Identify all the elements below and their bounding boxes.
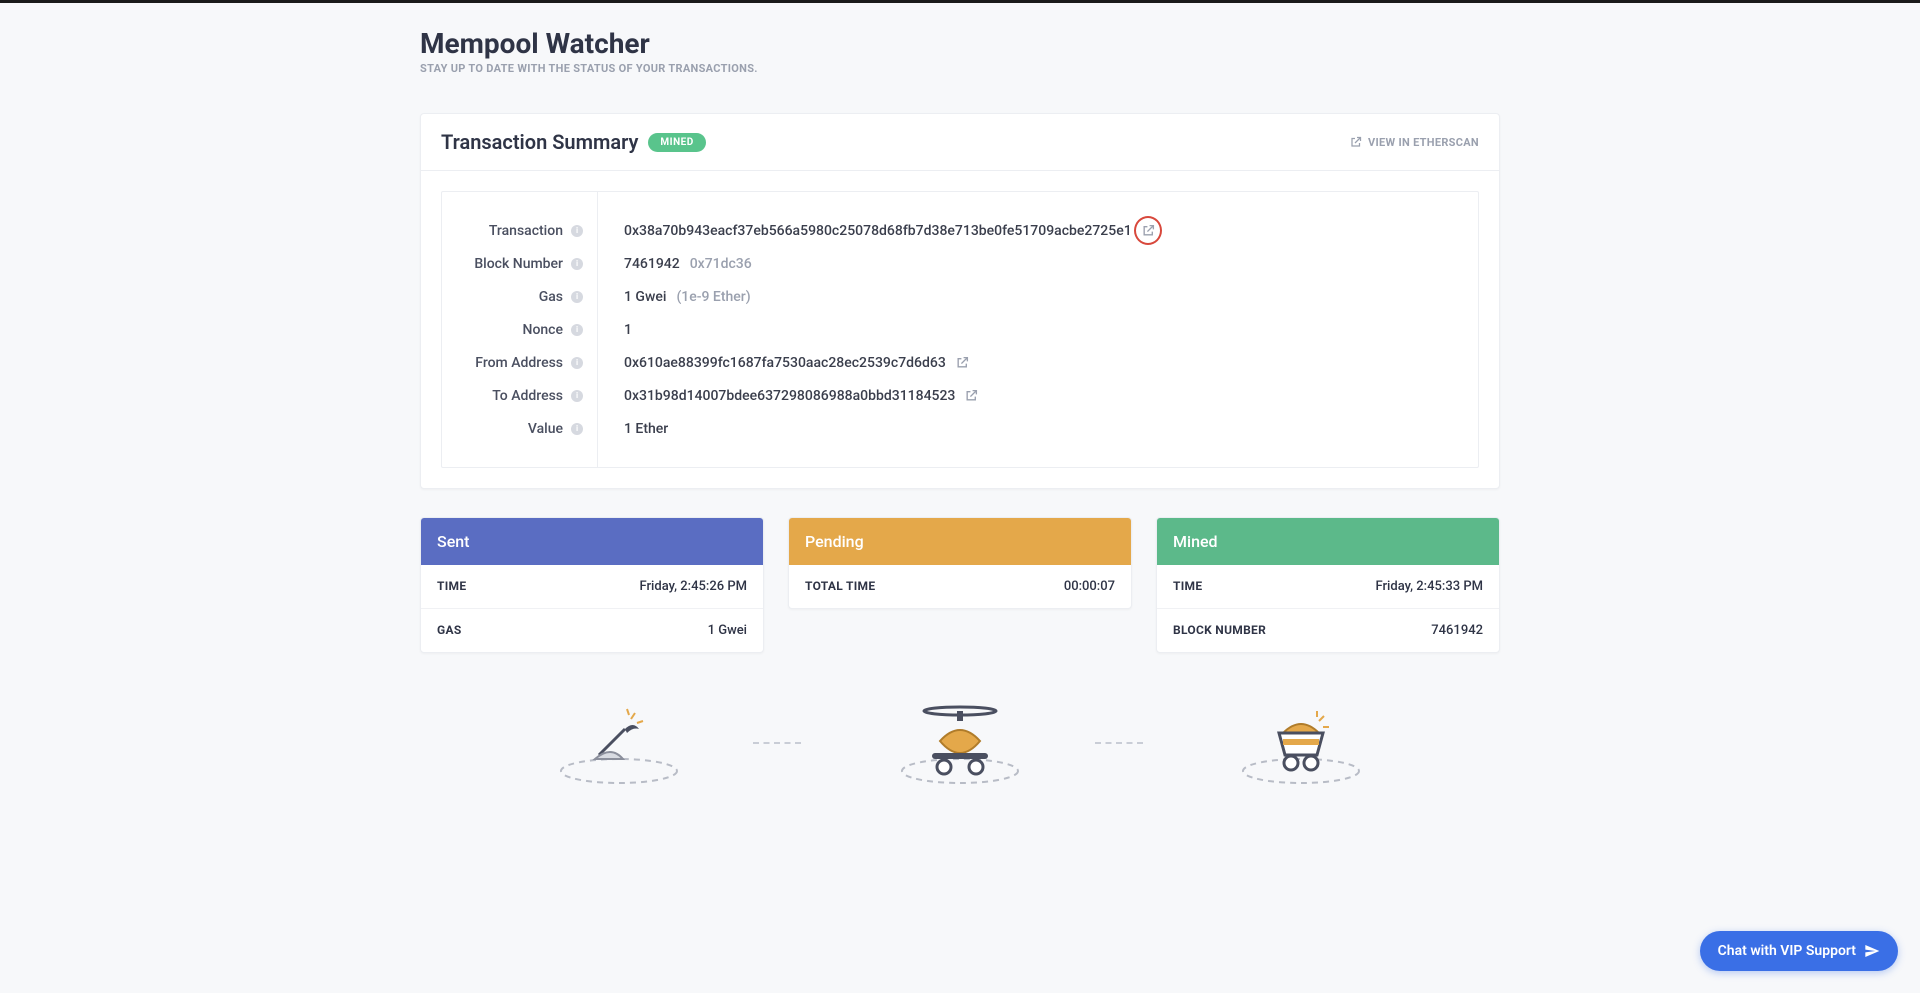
value-pending-total-time: 00:00:07 (1064, 579, 1115, 594)
external-link-icon[interactable] (956, 356, 969, 369)
external-link-icon[interactable] (1142, 224, 1155, 237)
label-time: TIME (437, 579, 466, 594)
external-link-icon[interactable] (965, 389, 978, 402)
label-time: TIME (1173, 579, 1202, 594)
chat-support-button[interactable]: Chat with VIP Support (1700, 931, 1898, 971)
stage-title: Mined (1157, 518, 1499, 565)
stage-title: Sent (421, 518, 763, 565)
stage-card-sent: Sent TIME Friday, 2:45:26 PM GAS 1 Gwei (420, 517, 764, 653)
status-badge: MINED (648, 133, 705, 152)
info-icon[interactable]: i (571, 324, 583, 336)
info-icon[interactable]: i (571, 390, 583, 402)
transaction-summary-card: Transaction Summary MINED VIEW IN ETHERS… (420, 113, 1500, 489)
info-icon[interactable]: i (571, 258, 583, 270)
label-gas: GAS (437, 623, 462, 638)
stage-title: Pending (789, 518, 1131, 565)
value-nonce: 1 (624, 322, 632, 338)
illustration-pickaxe (460, 697, 777, 787)
info-icon[interactable]: i (571, 225, 583, 237)
label-block-number: BLOCK NUMBER (1173, 623, 1266, 638)
value-mined-time: Friday, 2:45:33 PM (1375, 579, 1483, 594)
label-to: To Address (492, 388, 563, 404)
send-icon (1864, 943, 1880, 959)
illustration-minecart (1143, 697, 1460, 787)
value-block-number-hex: 0x71dc36 (690, 256, 752, 272)
illustration-row (420, 697, 1500, 817)
value-mined-block: 7461942 (1431, 623, 1483, 638)
label-from: From Address (475, 355, 563, 371)
section-title: Transaction Summary (441, 130, 638, 154)
value-block-number: 7461942 (624, 256, 680, 272)
label-block-number: Block Number (474, 256, 563, 272)
value-sent-time: Friday, 2:45:26 PM (639, 579, 747, 594)
value-ether: 1 Ether (624, 421, 668, 437)
stage-card-pending: Pending TOTAL TIME 00:00:07 (788, 517, 1132, 609)
label-transaction: Transaction (489, 223, 563, 239)
label-gas: Gas (539, 289, 563, 305)
page-title: Mempool Watcher (420, 27, 1500, 60)
value-from-address: 0x610ae88399fc1687fa7530aac28ec2539c7d6d… (624, 355, 946, 371)
stage-card-mined: Mined TIME Friday, 2:45:33 PM BLOCK NUMBE… (1156, 517, 1500, 653)
view-in-etherscan-link[interactable]: VIEW IN ETHERSCAN (1350, 136, 1479, 149)
illustration-helicopter (801, 697, 1118, 787)
label-value: Value (528, 421, 563, 437)
value-gas: 1 Gwei (624, 289, 666, 305)
external-link-icon (1350, 136, 1362, 148)
info-icon[interactable]: i (571, 357, 583, 369)
value-transaction-hash: 0x38a70b943eacf37eb566a5980c25078d68fb7d… (624, 223, 1132, 239)
value-to-address: 0x31b98d14007bdee637298086988a0bbd311845… (624, 388, 955, 404)
value-sent-gas: 1 Gwei (708, 623, 747, 638)
info-icon[interactable]: i (571, 423, 583, 435)
label-nonce: Nonce (523, 322, 563, 338)
info-icon[interactable]: i (571, 291, 583, 303)
label-total-time: TOTAL TIME (805, 579, 875, 594)
value-gas-note: (1e-9 Ether) (676, 289, 750, 305)
page-subtitle: STAY UP TO DATE WITH THE STATUS OF YOUR … (420, 62, 1500, 75)
